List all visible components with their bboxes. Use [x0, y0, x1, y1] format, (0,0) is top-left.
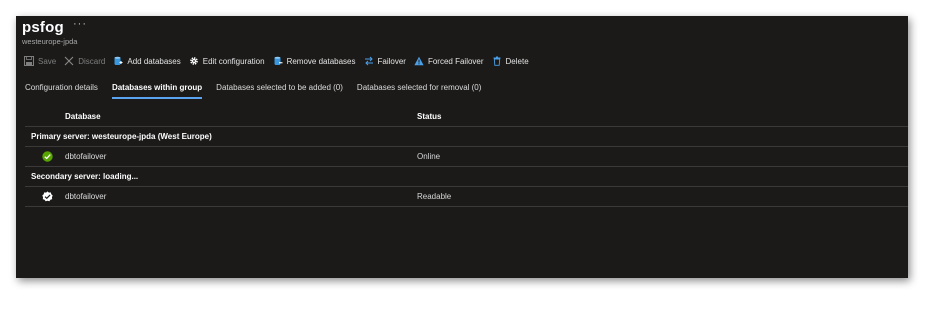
database-name: dbtofailover	[65, 152, 107, 161]
forced-failover-label: Forced Failover	[427, 56, 484, 66]
delete-label: Delete	[505, 56, 529, 66]
discard-button[interactable]: Discard	[64, 56, 105, 66]
database-name: dbtofailover	[65, 192, 107, 201]
databases-grid: Database Status Primary server: westeuro…	[25, 107, 908, 207]
table-row[interactable]: dbtofailover Readable	[25, 187, 908, 207]
database-status: Readable	[417, 192, 452, 201]
discard-label: Discard	[78, 56, 106, 66]
gear-icon	[189, 57, 198, 65]
remove-databases-button[interactable]: Remove databases	[273, 56, 356, 66]
add-databases-label: Add databases	[127, 56, 181, 66]
remove-databases-label: Remove databases	[286, 56, 356, 66]
grid-header-row: Database Status	[25, 107, 908, 127]
page-title: psfog	[22, 19, 64, 36]
tab-strip: Configuration details Databases within g…	[25, 83, 495, 99]
page-subtitle: westeurope-jpda	[22, 37, 78, 46]
more-options-button[interactable]: ···	[73, 18, 87, 30]
portal-blade: psfog ··· westeurope-jpda Save Discard A…	[16, 16, 908, 278]
column-header-database[interactable]: Database	[65, 112, 101, 121]
command-bar: Save Discard Add databases Edit configur…	[24, 54, 537, 68]
check-shield-icon	[42, 191, 53, 202]
trash-icon	[493, 56, 501, 66]
close-icon	[64, 56, 74, 66]
edit-configuration-button[interactable]: Edit configuration	[189, 56, 265, 66]
add-database-icon	[114, 56, 123, 65]
check-circle-icon	[42, 151, 53, 162]
tab-databases-for-removal[interactable]: Databases selected for removal (0)	[357, 83, 482, 99]
save-label: Save	[38, 56, 57, 66]
tab-databases-to-add[interactable]: Databases selected to be added (0)	[216, 83, 343, 99]
tab-databases-within-group[interactable]: Databases within group	[111, 83, 203, 99]
failover-button[interactable]: Failover	[364, 56, 406, 66]
edit-configuration-label: Edit configuration	[202, 56, 265, 66]
group-label: Secondary server: loading...	[31, 172, 139, 181]
remove-database-icon	[274, 56, 283, 65]
save-button[interactable]: Save	[24, 56, 56, 66]
table-row[interactable]: dbtofailover Online	[25, 147, 908, 167]
save-icon	[24, 56, 34, 66]
group-label: Primary server: westeurope-jpda (West Eu…	[31, 132, 212, 141]
swap-arrows-icon	[364, 56, 373, 66]
warning-icon	[414, 56, 424, 66]
add-databases-button[interactable]: Add databases	[113, 56, 181, 66]
group-row-primary: Primary server: westeurope-jpda (West Eu…	[25, 127, 908, 147]
database-status: Online	[417, 152, 441, 161]
forced-failover-button[interactable]: Forced Failover	[414, 56, 484, 66]
column-header-status[interactable]: Status	[417, 112, 441, 121]
delete-button[interactable]: Delete	[492, 56, 529, 66]
group-row-secondary: Secondary server: loading...	[25, 167, 908, 187]
tab-configuration-details[interactable]: Configuration details	[25, 83, 98, 99]
failover-label: Failover	[377, 56, 406, 66]
